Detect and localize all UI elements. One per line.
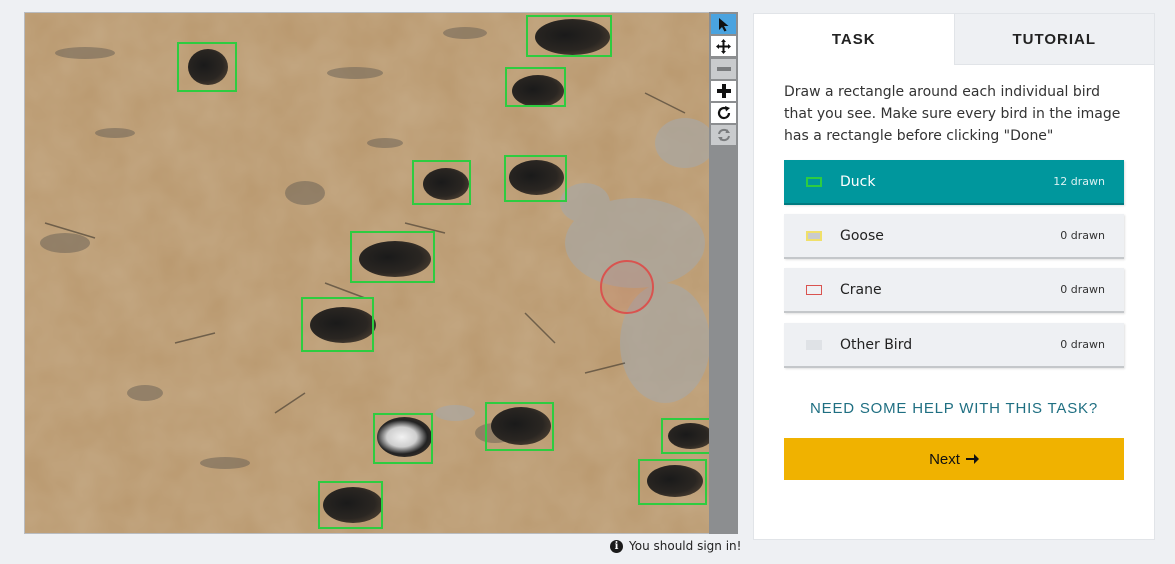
duck-rectangle[interactable] [177,42,237,92]
choice-count: 0 drawn [1060,338,1105,351]
duck-rectangle[interactable] [485,402,554,451]
image-toolbar [709,12,738,534]
choice-goose[interactable]: Goose 0 drawn [784,214,1124,259]
task-instructions: Draw a rectangle around each individual … [784,84,1121,144]
duck-rectangle[interactable] [638,459,707,505]
choice-label: Crane [840,281,882,298]
next-button[interactable]: Next [784,438,1124,480]
duck-rectangle[interactable] [661,418,709,454]
rectangle-swatch-icon [806,230,822,241]
tab-tutorial[interactable]: TUTORIAL [953,14,1154,65]
zoom-out-icon [716,67,731,71]
help-link[interactable]: NEED SOME HELP WITH THIS TASK? [754,400,1154,417]
reset-icon [717,128,730,142]
panel-tabs: TASK TUTORIAL [754,14,1154,65]
rotate-icon [717,106,730,120]
info-icon: i [610,539,623,553]
sign-in-notice: i You should sign in! [610,537,741,555]
choice-crane[interactable]: Crane 0 drawn [784,268,1124,313]
rotate-button[interactable] [711,103,736,123]
choice-label: Other Bird [840,336,913,353]
pointer-icon [718,17,728,31]
subject-image-viewer[interactable] [24,12,710,534]
duck-rectangle[interactable] [504,155,567,202]
arrow-right-icon [965,454,979,464]
reset-view-button[interactable] [711,125,736,145]
duck-rectangle[interactable] [373,413,433,464]
choice-other-bird[interactable]: Other Bird 0 drawn [784,323,1124,368]
zoom-in-icon [716,84,731,98]
rectangle-swatch-icon [806,284,822,295]
rectangle-swatch-icon [806,176,822,187]
sign-in-text: You should sign in! [629,539,742,553]
task-panel: TASK TUTORIAL Draw a rectangle around ea… [753,13,1155,540]
move-tool-button[interactable] [711,36,736,56]
pointer-tool-button[interactable] [711,14,736,34]
choice-count: 12 drawn [1053,175,1105,188]
unclassified-point-marker[interactable] [600,260,654,314]
next-label: Next [929,450,960,468]
zoom-in-button[interactable] [711,81,736,101]
duck-rectangle[interactable] [505,67,566,107]
duck-rectangle[interactable] [412,160,471,205]
duck-rectangle[interactable] [350,231,435,283]
choice-label: Duck [840,173,876,190]
choice-duck[interactable]: Duck 12 drawn [784,160,1124,205]
choice-count: 0 drawn [1060,229,1105,242]
duck-rectangle[interactable] [318,481,383,529]
choice-count: 0 drawn [1060,283,1105,296]
move-icon [716,38,731,54]
duck-rectangle[interactable] [526,15,612,57]
duck-rectangle[interactable] [301,297,374,352]
choice-label: Goose [840,227,884,244]
rectangle-swatch-icon [806,339,822,350]
tab-task[interactable]: TASK [754,14,954,65]
zoom-out-button[interactable] [711,59,736,79]
